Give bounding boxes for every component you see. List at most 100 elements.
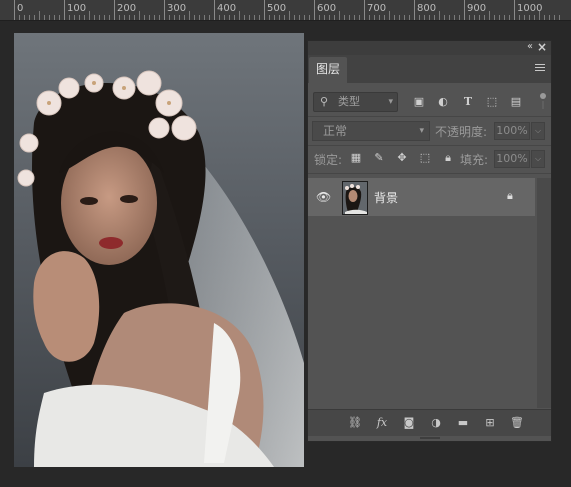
lock-all-icon[interactable]: 🔒︎	[441, 151, 455, 165]
smart-object-filter-icon[interactable]: ▤	[509, 95, 523, 109]
ruler-minor-tick	[559, 15, 560, 20]
ruler-minor-tick	[454, 15, 455, 20]
layer-name[interactable]: 背景	[374, 189, 398, 206]
ruler-minor-tick	[519, 15, 520, 20]
layer-lock-icon[interactable]: 🔒︎	[507, 189, 513, 203]
divider	[308, 116, 551, 117]
ruler-label: 300	[167, 3, 187, 14]
ruler-minor-tick	[504, 15, 505, 20]
ruler-minor-tick	[129, 15, 130, 20]
ruler-minor-tick	[274, 15, 275, 20]
ruler-minor-tick	[144, 15, 145, 20]
ruler-minor-tick	[344, 15, 345, 20]
layer-thumbnail	[342, 181, 368, 215]
image-filter-icon[interactable]: ▣	[412, 95, 426, 109]
adjustment-layer-icon[interactable]: ◑	[429, 416, 443, 430]
opacity-input[interactable]: 100%	[494, 122, 530, 140]
adjustment-filter-icon[interactable]: ◐	[436, 95, 450, 109]
lock-position-icon[interactable]: ✥	[395, 151, 409, 165]
panel-menu-icon[interactable]	[535, 64, 545, 73]
ruler-minor-tick	[259, 15, 260, 20]
fill-dropdown-icon[interactable]: ⌵	[531, 150, 545, 168]
ruler-minor-tick	[19, 15, 20, 20]
ruler-minor-tick	[309, 15, 310, 20]
filter-toggle-icon[interactable]	[540, 93, 546, 99]
new-layer-icon[interactable]: ⊞	[483, 416, 497, 430]
ruler-minor-tick	[39, 11, 40, 20]
ruler-minor-tick	[94, 15, 95, 20]
ruler-minor-tick	[204, 15, 205, 20]
ruler-minor-tick	[349, 15, 350, 20]
lock-pixels-icon[interactable]: ✎	[372, 151, 386, 165]
ruler-minor-tick	[194, 15, 195, 20]
ruler-major-tick	[464, 0, 465, 20]
ruler-minor-tick	[294, 15, 295, 20]
link-layers-icon[interactable]: ⛓︎	[348, 416, 362, 430]
ruler-minor-tick	[109, 15, 110, 20]
type-filter-icon[interactable]: T	[461, 95, 475, 109]
ruler-minor-tick	[44, 15, 45, 20]
ruler-minor-tick	[84, 15, 85, 20]
ruler-minor-tick	[149, 15, 150, 20]
ruler-minor-tick	[354, 15, 355, 20]
close-panel-icon[interactable]: ×	[537, 40, 547, 54]
chevron-down-icon: ▾	[419, 126, 424, 136]
ruler-minor-tick	[254, 15, 255, 20]
ruler-major-tick	[514, 0, 515, 20]
fill-input[interactable]: 100%	[494, 150, 530, 168]
shape-filter-icon[interactable]: ⬚	[485, 95, 499, 109]
ruler-major-tick	[114, 0, 115, 20]
ruler-minor-tick	[394, 15, 395, 20]
filter-toggle-track	[542, 101, 544, 109]
lock-artboard-icon[interactable]: ⬚	[418, 151, 432, 165]
layers-panel: ‹‹ × 图层 ⚲ 类型 ▾ ▣ ◐ T ⬚ ▤ 正常 ▾ 不透明度: 100%…	[307, 40, 552, 442]
ruler-major-tick	[164, 0, 165, 20]
ruler-minor-tick	[99, 15, 100, 20]
horizontal-ruler[interactable]: 0 100 200 300 400 500 600 700 800 900 1000	[0, 0, 571, 21]
ruler-minor-tick	[124, 15, 125, 20]
trash-icon[interactable]: 🗑︎	[510, 416, 524, 430]
group-folder-icon[interactable]: ▬	[456, 416, 470, 430]
divider	[308, 145, 551, 146]
ruler-minor-tick	[374, 15, 375, 20]
ruler-major-tick	[414, 0, 415, 20]
ruler-minor-tick	[34, 15, 35, 20]
layer-row-background[interactable]: 👁︎ 背景 🔒︎	[308, 178, 535, 216]
ruler-minor-tick	[554, 15, 555, 20]
opacity-label: 不透明度:	[435, 125, 488, 139]
ruler-label: 700	[367, 3, 387, 14]
ruler-minor-tick	[524, 15, 525, 20]
ruler-minor-tick	[484, 15, 485, 20]
ruler-minor-tick	[59, 15, 60, 20]
ruler-minor-tick	[179, 15, 180, 20]
eye-icon[interactable]: 👁︎	[316, 190, 331, 204]
collapse-panel-icon[interactable]: ‹‹	[527, 41, 533, 52]
lock-transparent-icon[interactable]: ▦	[349, 151, 363, 165]
ruler-minor-tick	[384, 15, 385, 20]
tab-layers[interactable]: 图层	[309, 57, 347, 83]
divider	[308, 173, 551, 174]
ruler-minor-tick	[89, 11, 90, 20]
ruler-minor-tick	[494, 15, 495, 20]
ruler-minor-tick	[169, 15, 170, 20]
ruler-minor-tick	[154, 15, 155, 20]
opacity-dropdown-icon[interactable]: ⌵	[531, 122, 545, 140]
panel-title-bar[interactable]: ‹‹ ×	[308, 40, 551, 55]
ruler-minor-tick	[184, 15, 185, 20]
ruler-minor-tick	[279, 15, 280, 20]
ruler-minor-tick	[159, 15, 160, 20]
blend-mode-select[interactable]: 正常 ▾	[312, 121, 430, 141]
ruler-minor-tick	[289, 11, 290, 20]
ruler-minor-tick	[104, 15, 105, 20]
document-canvas[interactable]	[14, 33, 304, 467]
resize-grip[interactable]	[420, 437, 440, 439]
ruler-minor-tick	[449, 15, 450, 20]
fx-icon[interactable]: fx	[375, 416, 389, 430]
ruler-minor-tick	[209, 15, 210, 20]
ruler-minor-tick	[304, 15, 305, 20]
mask-icon[interactable]: ◙	[402, 416, 416, 430]
layers-scrollbar[interactable]	[537, 178, 551, 408]
layer-filter-select[interactable]: ⚲ 类型 ▾	[313, 92, 398, 112]
ruler-minor-tick	[359, 15, 360, 20]
ruler-minor-tick	[379, 15, 380, 20]
